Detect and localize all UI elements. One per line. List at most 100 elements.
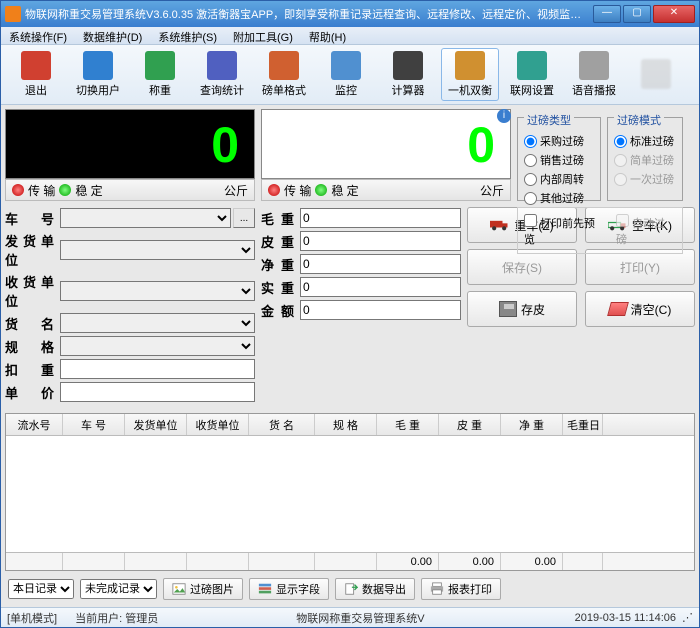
table-header-cell[interactable]: 发货单位 <box>125 414 187 435</box>
preview-checkbox[interactable]: 打印前先预览 <box>524 214 606 247</box>
date-filter-select[interactable]: 本日记录 <box>8 579 74 599</box>
options-checks: 打印前先预览 自动过磅 <box>517 207 683 254</box>
tool-7[interactable]: 一机双衡 <box>441 48 499 101</box>
info-icon[interactable]: i <box>497 109 511 123</box>
tool-label: 联网设置 <box>510 82 554 98</box>
tool-label: 磅单格式 <box>262 82 306 98</box>
table-header-cell[interactable]: 净 重 <box>501 414 563 435</box>
menu-help[interactable]: 帮助(H) <box>301 27 354 44</box>
form-label: 皮 重 <box>261 232 300 251</box>
tool-10[interactable] <box>627 48 685 101</box>
show-fields-button[interactable]: 显示字段 <box>249 578 329 600</box>
tool-5[interactable]: 监控 <box>317 48 375 101</box>
menu-data-maint[interactable]: 数据维护(D) <box>75 27 150 44</box>
close-button[interactable]: ✕ <box>653 5 695 23</box>
eraser-icon <box>607 302 629 316</box>
tool-9[interactable]: 语音播报 <box>565 48 623 101</box>
table-body[interactable] <box>6 436 694 552</box>
filter-type-option[interactable]: 销售过磅 <box>524 152 594 168</box>
table-header-cell[interactable]: 流水号 <box>6 414 63 435</box>
form-readout[interactable] <box>300 231 461 251</box>
tool-icon <box>21 51 51 80</box>
print-button[interactable]: 打印(Y) <box>585 249 695 285</box>
table-header-cell[interactable]: 收货单位 <box>187 414 249 435</box>
table-footer-cell <box>63 553 125 570</box>
tool-1[interactable]: 切换用户 <box>69 48 127 101</box>
menu-sys-maint[interactable]: 系统维护(S) <box>150 27 225 44</box>
form-readout[interactable] <box>300 300 461 320</box>
status-mode: [单机模式] <box>7 610 57 626</box>
form-select[interactable] <box>60 336 255 356</box>
tool-icon <box>83 51 113 80</box>
weigh-display-right: 0 <box>261 109 511 179</box>
clear-button[interactable]: 清空(C) <box>585 291 695 327</box>
tool-icon <box>269 51 299 80</box>
stable-label: 稳 定 <box>331 182 358 199</box>
form-select[interactable] <box>60 240 255 260</box>
table-footer: 0.000.000.00 <box>6 552 694 570</box>
form-readout[interactable] <box>300 254 461 274</box>
auto-checkbox[interactable]: 自动过磅 <box>616 214 676 247</box>
resize-grip-icon[interactable]: ⋰ <box>682 611 693 624</box>
save-button[interactable]: 保存(S) <box>467 249 577 285</box>
tool-0[interactable]: 退出 <box>7 48 65 101</box>
filter-mode-option[interactable]: 一次过磅 <box>614 171 676 187</box>
transfer-label: 传 输 <box>28 182 55 199</box>
lookup-button[interactable]: ... <box>233 208 255 228</box>
table-header-cell[interactable]: 毛 重 <box>377 414 439 435</box>
table-footer-cell: 0.00 <box>501 553 563 570</box>
tool-label: 查询统计 <box>200 82 244 98</box>
tool-3[interactable]: 查询统计 <box>193 48 251 101</box>
export-button[interactable]: 数据导出 <box>335 578 415 600</box>
filter-mode-option[interactable]: 简单过磅 <box>614 152 676 168</box>
tare-button[interactable]: 存皮 <box>467 291 577 327</box>
form-input[interactable] <box>60 359 255 379</box>
table-header-cell[interactable]: 规 格 <box>315 414 377 435</box>
minimize-button[interactable]: — <box>593 5 621 23</box>
maximize-button[interactable]: ▢ <box>623 5 651 23</box>
table-footer-cell: 0.00 <box>439 553 501 570</box>
report-print-button[interactable]: 报表打印 <box>421 578 501 600</box>
form-input[interactable] <box>60 382 255 402</box>
form-label: 收货单位 <box>5 272 60 310</box>
table-header-cell[interactable]: 毛重日 <box>563 414 603 435</box>
transfer-label: 传 输 <box>284 182 311 199</box>
table-footer-cell <box>315 553 377 570</box>
table-header-cell[interactable]: 皮 重 <box>439 414 501 435</box>
toolbar: 退出切换用户称重查询统计 磅单格式 监控 计算器一机双衡联网设置语音播报 <box>1 45 699 105</box>
tool-icon <box>207 51 237 80</box>
records-table: 流水号车 号发货单位收货单位货 名规 格毛 重皮 重净 重毛重日 0.000.0… <box>5 413 695 571</box>
menu-addons[interactable]: 附加工具(G) <box>225 27 301 44</box>
form-label: 金 额 <box>261 301 300 320</box>
form-label: 发货单位 <box>5 231 60 269</box>
tool-8[interactable]: 联网设置 <box>503 48 561 101</box>
filter-mode-option[interactable]: 标准过磅 <box>614 133 676 149</box>
table-header-cell[interactable]: 车 号 <box>63 414 125 435</box>
table-footer-cell <box>125 553 187 570</box>
filter-type-option[interactable]: 采购过磅 <box>524 133 594 149</box>
tool-6[interactable]: 计算器 <box>379 48 437 101</box>
table-header-cell[interactable]: 货 名 <box>249 414 315 435</box>
status-filter-select[interactable]: 未完成记录 <box>80 579 157 599</box>
titlebar: 物联网称重交易管理系统V3.6.0.35 激活衡器宝APP，即刻享受称重记录远程… <box>1 1 699 27</box>
weigh-panel-left: 0 传 输 稳 定 公斤 <box>5 109 255 201</box>
tool-4[interactable]: 磅单格式 <box>255 48 313 101</box>
unit-label: 公斤 <box>480 182 504 199</box>
form-select[interactable] <box>60 281 255 301</box>
filter-mode-fieldset: 过磅模式 标准过磅简单过磅一次过磅 <box>607 117 683 201</box>
disk-icon <box>499 301 517 317</box>
weigh-status-right: 传 输 稳 定 公斤 <box>261 179 511 201</box>
form-select[interactable] <box>60 313 255 333</box>
tool-label: 监控 <box>335 82 357 98</box>
tool-label: 计算器 <box>392 82 425 98</box>
form-label: 车 号 <box>5 209 60 228</box>
tool-2[interactable]: 称重 <box>131 48 189 101</box>
filter-type-option[interactable]: 内部周转 <box>524 171 594 187</box>
form-readout[interactable] <box>300 208 461 228</box>
form-readout[interactable] <box>300 277 461 297</box>
transfer-led-icon <box>12 184 24 196</box>
menu-system-ops[interactable]: 系统操作(F) <box>1 27 75 44</box>
filter-type-option[interactable]: 其他过磅 <box>524 190 594 206</box>
form-select[interactable] <box>60 208 231 228</box>
weigh-image-button[interactable]: 过磅图片 <box>163 578 243 600</box>
